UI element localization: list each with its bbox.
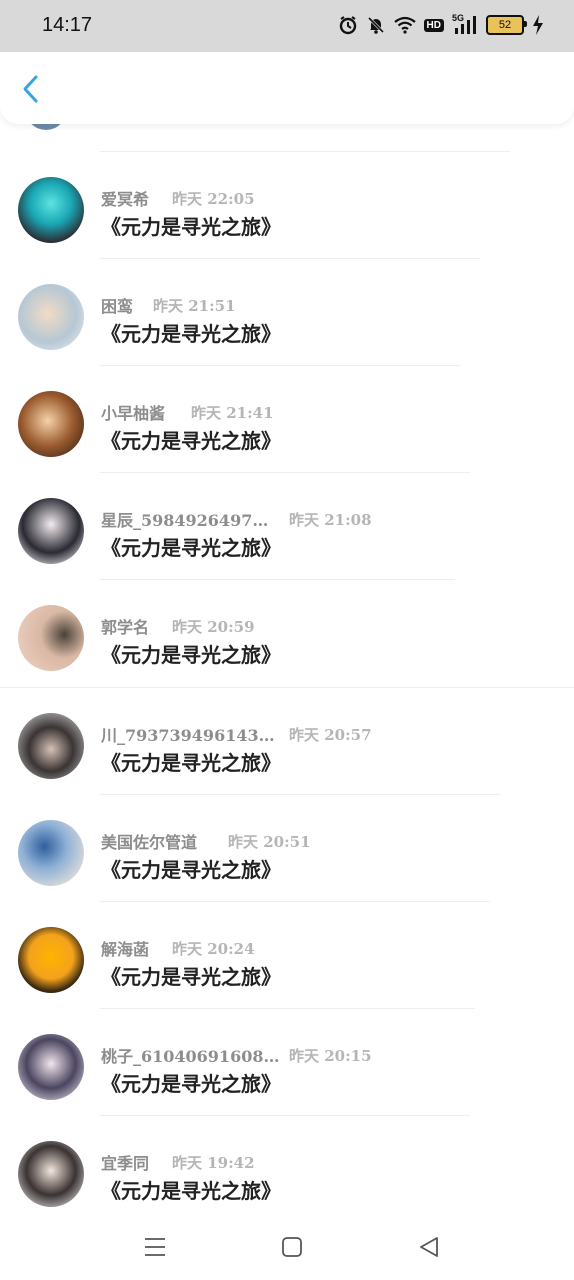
message-text: 《元力是寻光之旅》 (101, 1072, 281, 1096)
divider (100, 1115, 470, 1116)
list-item[interactable]: 爱冥希 昨天 22:05 《元力是寻光之旅》 (0, 159, 574, 266)
message-text: 《元力是寻光之旅》 (101, 322, 281, 346)
list-item[interactable]: 解海菡 昨天 20:24 《元力是寻光之旅》 (0, 909, 574, 1016)
message-time: 昨天 20:51 (228, 833, 311, 851)
message-time: 昨天 22:05 (172, 190, 255, 208)
divider (100, 579, 455, 580)
sender-name: 星辰_5984926497… (101, 511, 269, 530)
avatar (18, 927, 84, 993)
message-time: 昨天 21:51 (153, 297, 236, 315)
list-item[interactable]: 星辰_5984926497… 昨天 21:08 《元力是寻光之旅》 (0, 480, 574, 587)
wifi-icon (393, 16, 416, 34)
sender-name: 郭学名 (101, 618, 150, 637)
message-text: 《元力是寻光之旅》 (101, 215, 281, 239)
signal-label: 5G (452, 13, 465, 23)
divider (100, 472, 470, 473)
list-item[interactable]: 美国佐尔管道 昨天 20:51 《元力是寻光之旅》 (0, 802, 574, 909)
avatar (18, 605, 84, 671)
avatar (18, 284, 84, 350)
sender-name: 宜季同 (101, 1154, 150, 1173)
message-text: 《元力是寻光之旅》 (101, 429, 281, 453)
status-time: 14:17 (42, 14, 93, 36)
list-item[interactable]: 郭学名 昨天 20:59 《元力是寻光之旅》 (0, 587, 574, 694)
message-time: 昨天 20:15 (289, 1047, 372, 1065)
divider (100, 151, 510, 152)
sender-name: 爱冥希 (101, 190, 150, 209)
back-triangle-icon (420, 1237, 438, 1257)
status-bar: 14:17 HD 5G 52 (0, 0, 574, 52)
avatar (18, 820, 84, 886)
message-time: 昨天 21:41 (191, 404, 274, 422)
mute-icon (366, 15, 386, 35)
divider (100, 901, 490, 902)
message-time: 昨天 19:42 (172, 1154, 255, 1172)
message-text: 《元力是寻光之旅》 (101, 643, 281, 667)
message-text: 《元力是寻光之旅》 (101, 751, 281, 775)
menu-icon (145, 1238, 165, 1256)
message-text: 《元力是寻光之旅》 (101, 536, 281, 560)
list-item[interactable]: 桃子_61040691608… 昨天 20:15 《元力是寻光之旅》 (0, 1016, 574, 1123)
sender-name: 困鸾 (101, 297, 134, 316)
charging-icon (532, 15, 544, 35)
avatar (18, 498, 84, 564)
message-list[interactable]: 爱冥希 昨天 22:05 《元力是寻光之旅》 困鸾 昨天 21:51 《元力是寻… (0, 124, 574, 1214)
message-text: 《元力是寻光之旅》 (101, 965, 281, 989)
home-button[interactable] (277, 1232, 307, 1262)
list-item[interactable]: 小早柚酱 昨天 21:41 《元力是寻光之旅》 (0, 373, 574, 480)
sender-name: 桃子_61040691608… (101, 1047, 280, 1066)
avatar (18, 391, 84, 457)
battery-icon: 52 (486, 15, 527, 35)
back-button[interactable] (14, 72, 48, 106)
avatar (18, 1034, 84, 1100)
message-text: 《元力是寻光之旅》 (101, 1179, 281, 1203)
list-item[interactable]: 困鸾 昨天 21:51 《元力是寻光之旅》 (0, 266, 574, 373)
avatar (18, 177, 84, 243)
status-icons: HD 5G 52 (338, 13, 544, 36)
list-item[interactable]: 川_793739496143… 昨天 20:57 《元力是寻光之旅》 (0, 695, 574, 802)
header (0, 52, 574, 124)
list-item[interactable]: 宜季同 昨天 19:42 《元力是寻光之旅》 (0, 1123, 574, 1214)
divider (100, 365, 460, 366)
sender-name: 川_793739496143… (101, 726, 275, 745)
avatar (18, 1141, 84, 1207)
avatar (26, 124, 66, 130)
message-time: 昨天 20:59 (172, 618, 255, 636)
divider (100, 1008, 475, 1009)
avatar (18, 713, 84, 779)
message-text: 《元力是寻光之旅》 (101, 858, 281, 882)
alarm-icon (338, 15, 358, 35)
navigation-bar (0, 1214, 574, 1280)
hd-icon: HD (423, 18, 444, 32)
back-nav-button[interactable] (414, 1232, 444, 1262)
signal-icon: 5G (452, 13, 478, 35)
message-time: 昨天 20:24 (172, 940, 255, 958)
divider (0, 687, 574, 688)
chevron-left-icon (23, 75, 38, 103)
divider (100, 258, 480, 259)
divider (100, 794, 500, 795)
recent-apps-button[interactable] (140, 1232, 170, 1262)
sender-name: 解海菡 (101, 940, 150, 959)
message-time: 昨天 20:57 (289, 726, 372, 744)
message-time: 昨天 21:08 (289, 511, 372, 529)
sender-name: 小早柚酱 (101, 404, 166, 423)
home-icon (282, 1237, 302, 1257)
sender-name: 美国佐尔管道 (101, 833, 198, 852)
battery-level: 52 (498, 19, 512, 31)
